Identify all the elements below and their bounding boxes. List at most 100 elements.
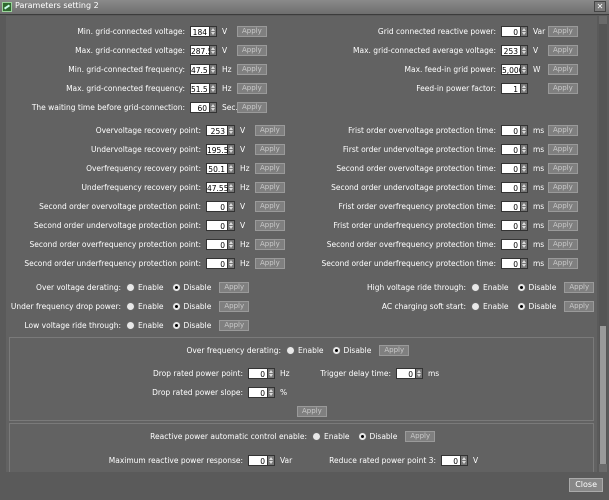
value-spinner[interactable]: 47.5: [190, 63, 217, 75]
value-spinner[interactable]: 253: [206, 124, 235, 136]
value-field[interactable]: 287.5: [190, 44, 212, 56]
spinner-arrows-icon[interactable]: [521, 25, 528, 37]
value-field[interactable]: 60: [190, 101, 210, 113]
radio-selected-icon[interactable]: [516, 301, 526, 311]
spinner-arrows-icon[interactable]: [228, 124, 235, 136]
apply-button[interactable]: Apply: [255, 219, 285, 231]
spinner-arrows-icon[interactable]: [210, 63, 217, 75]
value-field[interactable]: 1: [501, 82, 521, 94]
apply-button[interactable]: Apply: [548, 63, 578, 75]
value-field[interactable]: 0: [501, 25, 521, 37]
value-spinner[interactable]: 0: [501, 257, 528, 269]
value-spinner[interactable]: 0: [248, 367, 275, 379]
value-spinner[interactable]: 0: [501, 25, 528, 37]
value-spinner[interactable]: 0: [396, 367, 423, 379]
radio-icon[interactable]: [471, 282, 480, 292]
value-spinner[interactable]: 184: [190, 25, 217, 37]
value-spinner[interactable]: 5,000: [501, 63, 528, 75]
value-field[interactable]: 0: [501, 257, 521, 269]
apply-button[interactable]: Apply: [237, 44, 267, 56]
value-spinner[interactable]: 1: [501, 82, 528, 94]
apply-button[interactable]: Apply: [219, 319, 250, 331]
spinner-arrows-icon[interactable]: [228, 238, 235, 250]
close-icon[interactable]: ✕: [594, 1, 606, 12]
value-field[interactable]: 0: [501, 162, 521, 174]
apply-button[interactable]: Apply: [405, 430, 436, 442]
spinner-arrows-icon[interactable]: [521, 238, 528, 250]
spinner-arrows-icon[interactable]: [521, 257, 528, 269]
value-spinner[interactable]: 287.5: [190, 44, 217, 56]
radio-icon[interactable]: [471, 301, 480, 311]
enable-radio[interactable]: Enable: [126, 301, 164, 311]
value-field[interactable]: 0: [501, 200, 521, 212]
enable-radio[interactable]: Enable: [286, 345, 324, 355]
value-spinner[interactable]: 47.55: [206, 181, 235, 193]
enable-radio[interactable]: Enable: [471, 301, 509, 311]
apply-button[interactable]: Apply: [255, 181, 285, 193]
enable-radio[interactable]: Enable: [471, 282, 509, 292]
value-spinner[interactable]: 51.5: [190, 82, 217, 94]
value-field[interactable]: 0: [441, 454, 461, 466]
radio-selected-icon[interactable]: [171, 320, 181, 330]
value-spinner[interactable]: 195.5: [206, 143, 235, 155]
scroll-up-icon[interactable]: [599, 16, 607, 24]
value-field[interactable]: 0: [206, 219, 228, 231]
spinner-arrows-icon[interactable]: [268, 454, 275, 466]
spinner-arrows-icon[interactable]: [228, 200, 235, 212]
spinner-arrows-icon[interactable]: [210, 82, 217, 94]
value-spinner[interactable]: 50.1: [206, 162, 235, 174]
apply-button[interactable]: Apply: [564, 281, 595, 293]
value-field[interactable]: 50.1: [206, 162, 228, 174]
scroll-down-icon[interactable]: [599, 464, 607, 472]
disable-radio[interactable]: Disable: [171, 320, 211, 330]
disable-radio[interactable]: Disable: [331, 345, 371, 355]
spinner-arrows-icon[interactable]: [210, 101, 217, 113]
apply-button[interactable]: Apply: [255, 162, 285, 174]
apply-button[interactable]: Apply: [548, 162, 578, 174]
spinner-arrows-icon[interactable]: [228, 181, 235, 193]
apply-button[interactable]: Apply: [219, 281, 250, 293]
value-field[interactable]: 0: [501, 238, 521, 250]
spinner-arrows-icon[interactable]: [521, 219, 528, 231]
apply-button[interactable]: Apply: [564, 300, 595, 312]
value-field[interactable]: 0: [501, 124, 521, 136]
apply-button[interactable]: Apply: [548, 219, 578, 231]
spinner-arrows-icon[interactable]: [521, 200, 528, 212]
radio-selected-icon[interactable]: [171, 282, 181, 292]
radio-icon[interactable]: [126, 282, 135, 292]
radio-selected-icon[interactable]: [171, 301, 181, 311]
value-field[interactable]: 0: [206, 238, 228, 250]
value-spinner[interactable]: 0: [501, 143, 528, 155]
disable-radio[interactable]: Disable: [171, 282, 211, 292]
radio-selected-icon[interactable]: [357, 431, 367, 441]
apply-button[interactable]: Apply: [237, 101, 267, 113]
disable-radio[interactable]: Disable: [516, 301, 556, 311]
radio-selected-icon[interactable]: [331, 345, 341, 355]
apply-button[interactable]: Apply: [548, 44, 578, 56]
disable-radio[interactable]: Disable: [171, 301, 211, 311]
value-field[interactable]: 0: [206, 200, 228, 212]
apply-button[interactable]: Apply: [297, 405, 327, 417]
value-spinner[interactable]: 0: [501, 162, 528, 174]
value-spinner[interactable]: 0: [248, 454, 275, 466]
value-field[interactable]: 0: [396, 367, 416, 379]
value-spinner[interactable]: 0: [441, 454, 468, 466]
value-field[interactable]: 0: [501, 143, 521, 155]
apply-button[interactable]: Apply: [548, 257, 578, 269]
apply-button[interactable]: Apply: [379, 344, 410, 356]
value-spinner[interactable]: 0: [501, 238, 528, 250]
spinner-arrows-icon[interactable]: [521, 181, 528, 193]
spinner-arrows-icon[interactable]: [210, 44, 217, 56]
apply-button[interactable]: Apply: [255, 257, 285, 269]
enable-radio[interactable]: Enable: [126, 320, 164, 330]
value-spinner[interactable]: 0: [206, 200, 235, 212]
apply-button[interactable]: Apply: [255, 238, 285, 250]
close-button[interactable]: Close: [569, 478, 603, 492]
spinner-arrows-icon[interactable]: [521, 143, 528, 155]
spinner-arrows-icon[interactable]: [461, 454, 468, 466]
apply-button[interactable]: Apply: [255, 124, 285, 136]
spinner-arrows-icon[interactable]: [521, 63, 528, 75]
radio-icon[interactable]: [312, 431, 321, 441]
value-field[interactable]: 253: [501, 44, 521, 56]
apply-button[interactable]: Apply: [255, 200, 285, 212]
